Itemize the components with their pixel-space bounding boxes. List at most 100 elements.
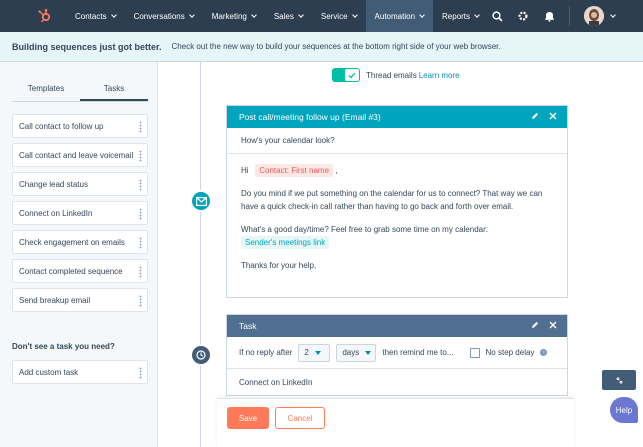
chevron-down-icon	[251, 11, 257, 18]
greeting-text: Hi	[241, 166, 249, 175]
drag-handle-icon[interactable]	[139, 208, 142, 220]
task-list: Call contact to follow up Call contact an…	[12, 114, 148, 317]
nav-divider	[569, 6, 570, 26]
chevron-down-icon	[419, 11, 425, 18]
info-icon[interactable]: i	[540, 349, 548, 356]
task-step-header: Task	[227, 315, 567, 337]
save-button[interactable]: Save	[227, 407, 269, 429]
chevron-down-icon	[474, 11, 480, 18]
nav-item-label: Marketing	[211, 11, 247, 21]
sidebar-tabs: Templates Tasks	[12, 80, 148, 102]
nav-item-automation[interactable]: Automation	[365, 0, 434, 32]
task-template-item[interactable]: Call contact and leave voicemail	[12, 143, 148, 167]
nav-item-marketing[interactable]: Marketing	[203, 0, 265, 32]
close-icon[interactable]	[549, 112, 557, 122]
avatar	[584, 6, 604, 26]
bell-icon[interactable]	[543, 10, 555, 22]
cancel-button[interactable]: Cancel	[275, 407, 325, 429]
add-custom-task-button[interactable]: Add custom task	[12, 360, 148, 384]
task-template-item[interactable]: Contact completed sequence	[12, 259, 148, 283]
nav-item-label: Conversations	[133, 11, 185, 21]
task-delay-row: If no reply after 2 days then remind me …	[227, 337, 567, 369]
nav-item-label: Sales	[273, 11, 294, 21]
nav-item-sales[interactable]: Sales	[265, 0, 312, 32]
first-name-token[interactable]: Contact: First name	[255, 164, 334, 177]
nav-menu: Contacts Conversations Marketing Sales Servi…	[66, 0, 488, 32]
drag-handle-icon[interactable]	[139, 367, 142, 379]
search-icon[interactable]	[491, 10, 503, 22]
add-custom-task-label: Add custom task	[19, 367, 79, 377]
custom-task-wrapper: Add custom task	[12, 360, 148, 389]
sidebar: Templates Tasks Call contact to follow u…	[0, 62, 158, 447]
email-paragraph-1: Do you mind if we put something on the c…	[241, 189, 543, 211]
caret-down-icon	[365, 350, 372, 355]
task-step-title: Task	[239, 321, 257, 331]
drag-handle-icon[interactable]	[139, 295, 142, 307]
close-icon[interactable]	[549, 321, 557, 331]
nav-item-conversations[interactable]: Conversations	[125, 0, 203, 32]
delay-unit-select[interactable]: days	[336, 343, 377, 362]
then-remind-label: then remind me to...	[382, 348, 454, 357]
nav-item-label: Service	[320, 11, 348, 21]
drag-handle-icon[interactable]	[139, 266, 142, 278]
nav-item-label: Reports	[442, 11, 471, 21]
task-template-item[interactable]: Check engagement on emails	[12, 230, 148, 254]
if-no-reply-label: If no reply after	[239, 348, 293, 357]
sequence-editor: Thread emails Learn more Post call/meeti…	[159, 62, 643, 447]
email-paragraph-2-text: What's a good day/time? Feel free to gra…	[241, 225, 488, 234]
drag-handle-icon[interactable]	[139, 179, 142, 191]
greeting-line: Hi Contact: First name ,	[241, 164, 553, 177]
nav-item-reports[interactable]: Reports	[433, 0, 488, 32]
tab-templates[interactable]: Templates	[12, 80, 80, 101]
hubspot-logo-icon[interactable]	[28, 0, 62, 32]
missing-task-prompt: Don't see a task you need?	[12, 342, 115, 351]
email-body: Hi Contact: First name , Do you mind if …	[227, 154, 567, 272]
email-step-card[interactable]: Post call/meeting follow up (Email #3) H…	[226, 105, 568, 298]
caret-down-icon	[314, 350, 321, 355]
task-template-label: Change lead status	[19, 179, 88, 189]
drag-handle-icon[interactable]	[139, 237, 142, 249]
task-template-item[interactable]: Change lead status	[12, 172, 148, 196]
task-template-label: Call contact and leave voicemail	[19, 150, 134, 160]
task-template-item[interactable]: Send breakup email	[12, 288, 148, 312]
task-template-item[interactable]: Connect on LinkedIn	[12, 201, 148, 225]
top-nav: Contacts Conversations Marketing Sales Servi…	[0, 0, 643, 32]
pencil-icon[interactable]	[531, 112, 539, 122]
announcement-banner: Building sequences just got better. Chec…	[0, 32, 643, 62]
chevron-down-icon	[188, 11, 195, 18]
task-template-label: Contact completed sequence	[19, 266, 123, 276]
thread-emails-label: Thread emails	[366, 70, 417, 80]
thread-emails-row: Thread emails Learn more	[332, 68, 460, 82]
learn-more-link[interactable]: Learn more	[419, 71, 460, 80]
thread-emails-toggle[interactable]	[332, 68, 360, 82]
delay-count-select[interactable]: 2	[298, 343, 331, 362]
drag-handle-icon[interactable]	[139, 150, 142, 162]
tab-tasks[interactable]: Tasks	[80, 80, 148, 101]
nav-right	[491, 0, 616, 32]
chevron-down-icon	[351, 11, 358, 18]
task-template-label: Connect on LinkedIn	[19, 208, 93, 218]
task-step-card[interactable]: Task If no reply after 2 days then remin…	[226, 314, 568, 396]
drag-handle-icon[interactable]	[139, 121, 142, 133]
email-subject: How's your calendar look?	[227, 128, 567, 154]
task-template-label: Check engagement on emails	[19, 237, 125, 247]
nav-item-contacts[interactable]: Contacts	[66, 0, 125, 32]
nav-item-service[interactable]: Service	[312, 0, 366, 32]
help-button[interactable]: Help	[610, 397, 638, 423]
greeting-end: ,	[335, 166, 338, 175]
delay-unit-value: days	[342, 348, 360, 357]
checkmark-icon	[345, 69, 359, 81]
pencil-icon[interactable]	[531, 321, 539, 331]
meetings-link-token[interactable]: Sender's meetings link	[241, 236, 330, 249]
no-step-delay-checkbox[interactable]	[469, 347, 480, 358]
email-step-header: Post call/meeting follow up (Email #3)	[227, 106, 567, 128]
expand-icon	[615, 376, 623, 384]
no-step-delay-label: No step delay	[485, 348, 535, 357]
timeline-line	[200, 62, 201, 447]
expand-button[interactable]	[602, 370, 636, 390]
gear-icon[interactable]	[517, 10, 529, 22]
email-step-icon	[190, 190, 212, 212]
task-template-item[interactable]: Call contact to follow up	[12, 114, 148, 138]
task-template-label: Send breakup email	[19, 295, 91, 305]
account-menu[interactable]	[584, 6, 616, 26]
